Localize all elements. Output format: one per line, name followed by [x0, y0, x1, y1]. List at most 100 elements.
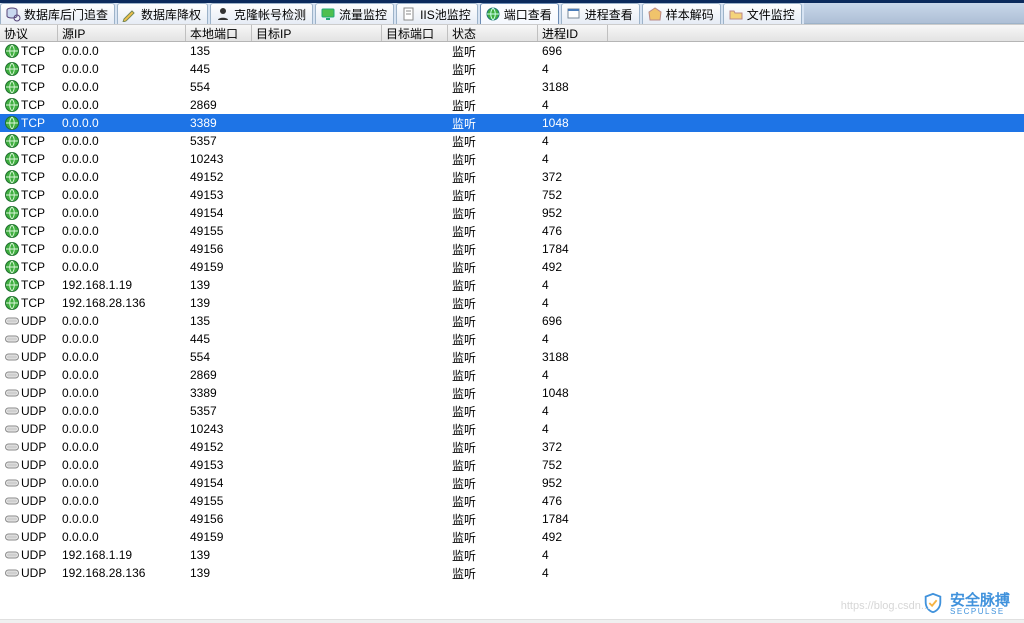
tab-label: 文件监控 [747, 6, 795, 23]
tab-port-view[interactable]: 端口查看 [480, 3, 559, 24]
user-icon [215, 6, 231, 22]
cell-local-port: 5357 [186, 134, 252, 148]
col-local-port[interactable]: 本地端口 [186, 25, 252, 41]
table-row[interactable]: UDP0.0.0.049159监听492 [0, 528, 1024, 546]
table-row[interactable]: TCP0.0.0.049152监听372 [0, 168, 1024, 186]
cell-pid: 4 [538, 548, 608, 562]
cell-local-port: 554 [186, 80, 252, 94]
table-row[interactable]: TCP0.0.0.049159监听492 [0, 258, 1024, 276]
cell-local-port: 135 [186, 44, 252, 58]
table-row[interactable]: UDP192.168.1.19139监听4 [0, 546, 1024, 564]
cell-local-port: 49156 [186, 242, 252, 256]
table-row[interactable]: TCP0.0.0.0445监听4 [0, 60, 1024, 78]
table-row[interactable]: TCP0.0.0.049156监听1784 [0, 240, 1024, 258]
tab-sample-decode[interactable]: 样本解码 [642, 3, 721, 24]
table-row[interactable]: TCP0.0.0.0554监听3188 [0, 78, 1024, 96]
table-row[interactable]: TCP0.0.0.03389监听1048 [0, 114, 1024, 132]
folder-icon [728, 6, 744, 22]
proto-text: TCP [21, 260, 45, 274]
cell-local-port: 49153 [186, 458, 252, 472]
col-process-id[interactable]: 进程ID [538, 25, 608, 41]
cell-local-port: 135 [186, 314, 252, 328]
tab-db-backdoor[interactable]: 数据库后门追查 [0, 3, 115, 24]
table-body[interactable]: TCP0.0.0.0135监听696TCP0.0.0.0445监听4TCP0.0… [0, 42, 1024, 619]
table-row[interactable]: TCP192.168.28.136139监听4 [0, 294, 1024, 312]
table-row[interactable]: UDP0.0.0.049154监听952 [0, 474, 1024, 492]
cell-pid: 476 [538, 494, 608, 508]
cell-source-ip: 0.0.0.0 [58, 440, 186, 454]
tab-traffic[interactable]: 流量监控 [315, 3, 394, 24]
table-row[interactable]: TCP0.0.0.049153监听752 [0, 186, 1024, 204]
table-row[interactable]: UDP0.0.0.010243监听4 [0, 420, 1024, 438]
table-row[interactable]: UDP0.0.0.049152监听372 [0, 438, 1024, 456]
tab-process-view[interactable]: 进程查看 [561, 3, 640, 24]
cell-pid: 4 [538, 566, 608, 580]
cell-protocol: UDP [0, 421, 58, 437]
socket-icon [4, 457, 20, 473]
table-header: 协议 源IP 本地端口 目标IP 目标端口 状态 进程ID [0, 24, 1024, 42]
table-row[interactable]: UDP0.0.0.0445监听4 [0, 330, 1024, 348]
table-row[interactable]: UDP192.168.28.136139监听4 [0, 564, 1024, 582]
cell-pid: 952 [538, 476, 608, 490]
socket-icon [4, 493, 20, 509]
tab-db-privdrop[interactable]: 数据库降权 [117, 3, 208, 24]
table-row[interactable]: UDP0.0.0.0554监听3188 [0, 348, 1024, 366]
socket-icon [4, 349, 20, 365]
col-dest-port[interactable]: 目标端口 [382, 25, 448, 41]
cell-source-ip: 0.0.0.0 [58, 242, 186, 256]
pencil-icon [122, 6, 138, 22]
table-row[interactable]: UDP0.0.0.049155监听476 [0, 492, 1024, 510]
col-protocol[interactable]: 协议 [0, 25, 58, 41]
table-row[interactable]: TCP0.0.0.0135监听696 [0, 42, 1024, 60]
cell-local-port: 49154 [186, 206, 252, 220]
table-row[interactable]: TCP0.0.0.02869监听4 [0, 96, 1024, 114]
cell-protocol: TCP [0, 43, 58, 59]
table-row[interactable]: UDP0.0.0.05357监听4 [0, 402, 1024, 420]
table-row[interactable]: TCP0.0.0.05357监听4 [0, 132, 1024, 150]
proto-text: UDP [21, 368, 46, 382]
proto-text: TCP [21, 134, 45, 148]
cell-state: 监听 [448, 259, 538, 276]
cell-local-port: 49152 [186, 440, 252, 454]
proto-text: UDP [21, 476, 46, 490]
cell-local-port: 5357 [186, 404, 252, 418]
table-row[interactable]: TCP0.0.0.010243监听4 [0, 150, 1024, 168]
cell-protocol: UDP [0, 313, 58, 329]
table-row[interactable]: UDP0.0.0.02869监听4 [0, 366, 1024, 384]
table-row[interactable]: UDP0.0.0.0135监听696 [0, 312, 1024, 330]
proto-text: UDP [21, 404, 46, 418]
db-search-icon [5, 6, 21, 22]
proto-text: UDP [21, 350, 46, 364]
cell-local-port: 49152 [186, 170, 252, 184]
cell-source-ip: 0.0.0.0 [58, 350, 186, 364]
tab-iis-pool[interactable]: IIS池监控 [396, 3, 478, 24]
cell-state: 监听 [448, 223, 538, 240]
table-row[interactable]: TCP192.168.1.19139监听4 [0, 276, 1024, 294]
cell-state: 监听 [448, 61, 538, 78]
tab-file-monitor[interactable]: 文件监控 [723, 3, 802, 24]
proto-text: UDP [21, 548, 46, 562]
proto-text: UDP [21, 512, 46, 526]
col-dest-ip[interactable]: 目标IP [252, 25, 382, 41]
cell-source-ip: 0.0.0.0 [58, 206, 186, 220]
proto-text: TCP [21, 152, 45, 166]
proto-text: TCP [21, 80, 45, 94]
table-row[interactable]: TCP0.0.0.049154监听952 [0, 204, 1024, 222]
col-state[interactable]: 状态 [448, 25, 538, 41]
cell-pid: 4 [538, 332, 608, 346]
cell-protocol: TCP [0, 241, 58, 257]
cell-pid: 1784 [538, 242, 608, 256]
proto-text: TCP [21, 98, 45, 112]
globe-icon [4, 79, 20, 95]
proto-text: TCP [21, 206, 45, 220]
table-row[interactable]: UDP0.0.0.049153监听752 [0, 456, 1024, 474]
cell-source-ip: 192.168.28.136 [58, 296, 186, 310]
cell-protocol: UDP [0, 403, 58, 419]
table-row[interactable]: UDP0.0.0.049156监听1784 [0, 510, 1024, 528]
table-row[interactable]: TCP0.0.0.049155监听476 [0, 222, 1024, 240]
cell-protocol: UDP [0, 511, 58, 527]
tab-clone-account[interactable]: 克隆帐号检测 [210, 3, 313, 24]
cell-protocol: UDP [0, 331, 58, 347]
col-source-ip[interactable]: 源IP [58, 25, 186, 41]
table-row[interactable]: UDP0.0.0.03389监听1048 [0, 384, 1024, 402]
